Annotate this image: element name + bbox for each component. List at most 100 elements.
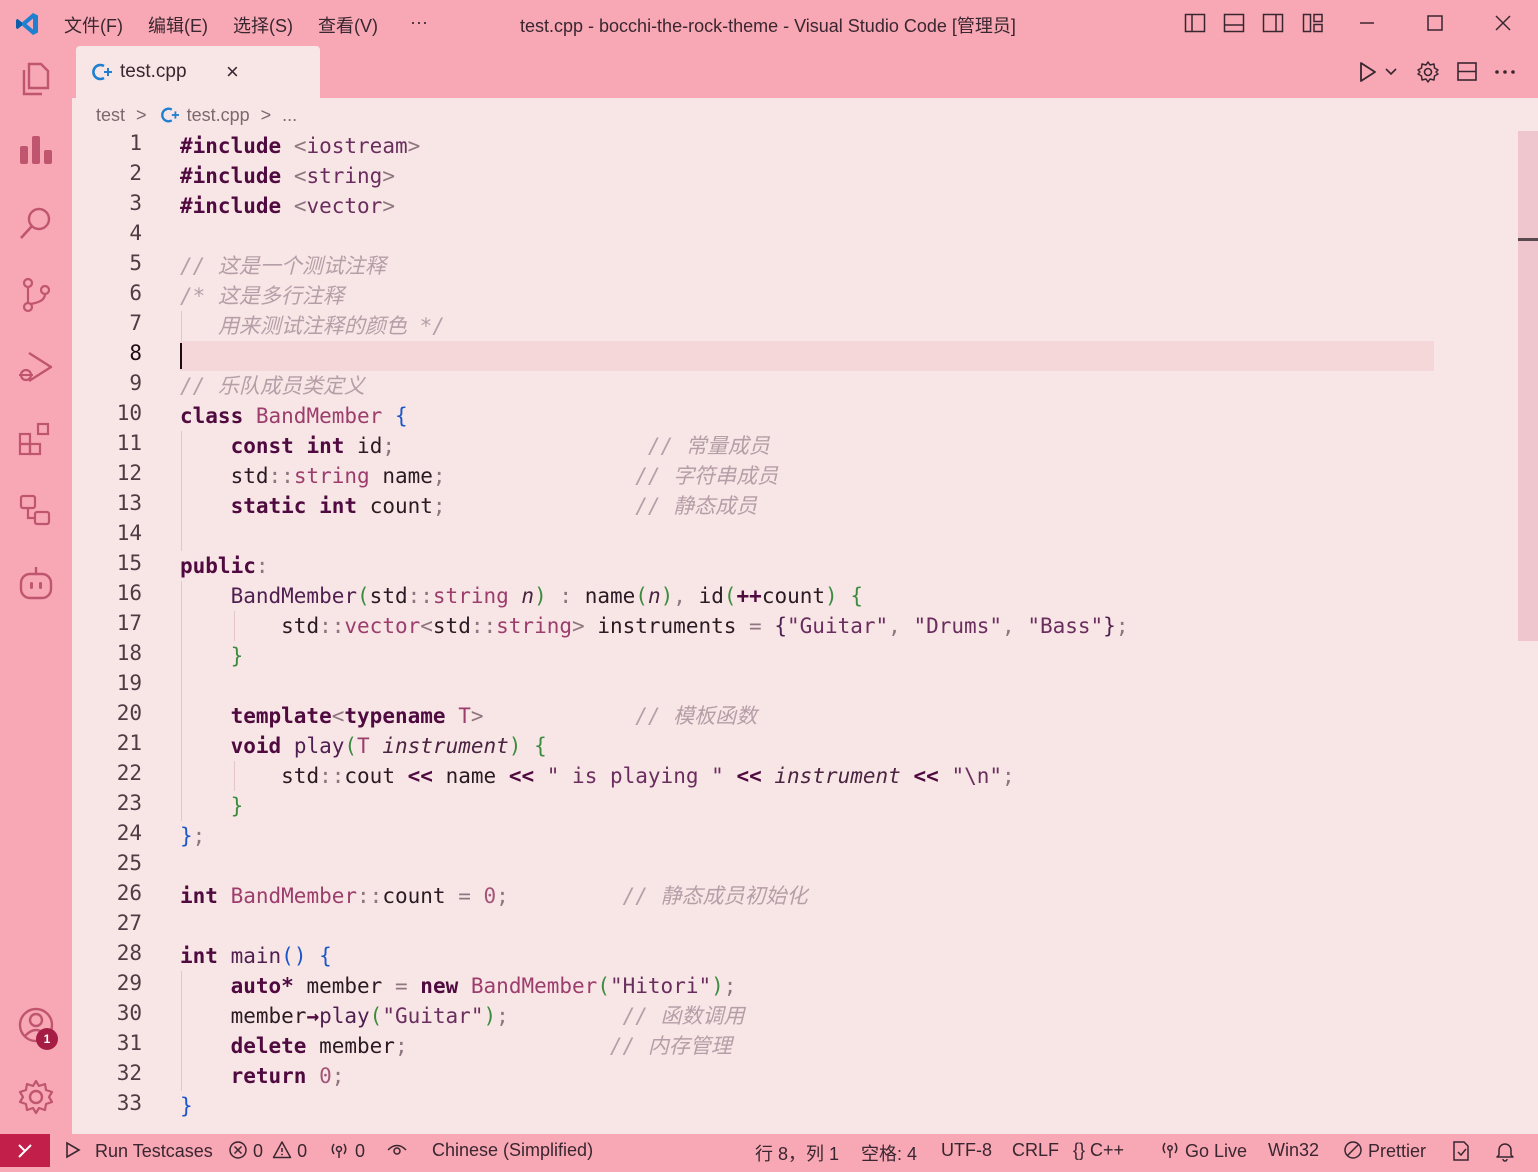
- run-dropdown-icon[interactable]: [1384, 60, 1398, 84]
- menu-selection[interactable]: 选择(S): [233, 12, 293, 38]
- vscode-logo-icon[interactable]: [14, 11, 40, 37]
- code-line: }: [230, 644, 244, 668]
- menu-more[interactable]: ···: [410, 12, 428, 33]
- live-share-indicator[interactable]: [386, 1140, 408, 1162]
- notifications-bell-icon[interactable]: [1494, 1140, 1516, 1162]
- code-line: int BandMember::count = 0; // 静态成员初始化: [180, 884, 808, 908]
- extensions-icon[interactable]: [17, 420, 55, 458]
- breadcrumb-folder[interactable]: test: [96, 105, 125, 126]
- encoding[interactable]: UTF-8: [941, 1140, 992, 1161]
- line-number: 26: [116, 881, 142, 905]
- remote-indicator[interactable]: [0, 1134, 50, 1167]
- scrollbar-cursor-marker: [1518, 238, 1538, 241]
- menu-view[interactable]: 查看(V): [318, 12, 378, 38]
- broadcast-icon: [1162, 1142, 1178, 1158]
- prettier[interactable]: Prettier: [1343, 1140, 1426, 1162]
- toggle-secondary-sidebar-icon[interactable]: [1262, 12, 1284, 34]
- code-line: std::vector<std::string> instruments = {…: [281, 614, 1129, 638]
- ports-indicator[interactable]: 0: [328, 1140, 365, 1162]
- tab-test-cpp[interactable]: test.cpp ×: [76, 46, 320, 98]
- charts-icon[interactable]: [17, 132, 55, 170]
- line-number: 28: [116, 941, 142, 965]
- indentation[interactable]: 空格: 4: [861, 1140, 917, 1166]
- manage-gear-icon[interactable]: [17, 1078, 55, 1116]
- language-mode[interactable]: {} C++: [1073, 1140, 1124, 1161]
- line-number: 14: [116, 521, 142, 545]
- prettier-icon: [1344, 1141, 1362, 1159]
- cursor-position[interactable]: 行 8，列 1: [755, 1140, 839, 1166]
- remote-explorer-icon[interactable]: [17, 492, 55, 530]
- code-line: }: [230, 794, 244, 818]
- code-line: 用来测试注释的颜色 */: [217, 314, 445, 338]
- code-line: };: [180, 824, 206, 848]
- breadcrumb-file[interactable]: test.cpp: [187, 105, 250, 126]
- end-of-line[interactable]: CRLF: [1012, 1140, 1059, 1161]
- line-number: 4: [129, 221, 142, 245]
- run-debug-icon[interactable]: [17, 348, 55, 386]
- vertical-scrollbar[interactable]: [1518, 131, 1538, 1134]
- code-line: BandMember(std::string n) : name(n), id(…: [230, 584, 863, 608]
- title-bar: 文件(F) 编辑(E) 选择(S) 查看(V) ··· test.cpp - b…: [0, 0, 1538, 46]
- code-line: public:: [180, 554, 269, 578]
- problems-indicator[interactable]: 0 0: [228, 1140, 307, 1162]
- platform[interactable]: Win32: [1268, 1140, 1319, 1161]
- scrollbar-thumb[interactable]: [1518, 131, 1538, 641]
- copilot-icon[interactable]: [17, 564, 55, 602]
- go-live[interactable]: Go Live: [1160, 1140, 1247, 1162]
- minimize-icon[interactable]: [1356, 12, 1378, 34]
- code-line: return 0;: [230, 1064, 345, 1088]
- breadcrumb-separator: >: [136, 104, 147, 125]
- line-number: 13: [116, 491, 142, 515]
- code-line: }: [180, 1094, 193, 1118]
- play-icon: [66, 1141, 81, 1159]
- accounts-badge: 1: [36, 1028, 58, 1050]
- remote-icon: [18, 1144, 32, 1158]
- close-icon[interactable]: [1492, 12, 1514, 34]
- warning-icon: [272, 1141, 292, 1159]
- source-control-icon[interactable]: [17, 276, 55, 314]
- line-number: 33: [116, 1091, 142, 1115]
- customize-layout-icon[interactable]: [1302, 12, 1324, 34]
- settings-icon[interactable]: [1416, 60, 1440, 84]
- search-icon[interactable]: [17, 204, 55, 242]
- tab-label: test.cpp: [120, 61, 187, 82]
- run-testcases[interactable]: Run Testcases: [64, 1140, 213, 1162]
- window-title: test.cpp - bocchi-the-rock-theme - Visua…: [520, 16, 1016, 36]
- code-line: std::cout << name << " is playing " << i…: [281, 764, 1015, 788]
- cpp-file-icon: [92, 63, 112, 81]
- code-line: delete member; // 内存管理: [230, 1034, 732, 1058]
- language-pack[interactable]: Chinese (Simplified): [432, 1140, 593, 1161]
- code-line: static int count; // 静态成员: [230, 494, 758, 518]
- tab-close-button[interactable]: ×: [226, 59, 239, 85]
- code-line: #include <iostream>: [180, 134, 421, 158]
- code-editor[interactable]: test > test.cpp > ... 1 2 3 4 5 6 7 8 9 10 11 12 13 1…: [72, 98, 1538, 1134]
- breadcrumb-symbols[interactable]: ...: [282, 105, 297, 126]
- menu-file[interactable]: 文件(F): [64, 12, 123, 38]
- menu-edit[interactable]: 编辑(E): [148, 12, 208, 38]
- run-icon[interactable]: [1358, 60, 1378, 84]
- cpp-file-icon: [160, 107, 179, 123]
- split-editor-icon[interactable]: [1456, 60, 1478, 84]
- current-line-highlight: [180, 341, 1434, 371]
- line-number: 32: [116, 1061, 142, 1085]
- more-actions-icon[interactable]: [1494, 60, 1516, 84]
- line-number: 15: [116, 551, 142, 575]
- toggle-primary-sidebar-icon[interactable]: [1184, 12, 1206, 34]
- line-number: 16: [116, 581, 142, 605]
- explorer-icon[interactable]: [17, 60, 55, 98]
- toggle-panel-icon[interactable]: [1223, 12, 1245, 34]
- line-number: 8: [129, 341, 142, 365]
- line-number: 12: [116, 461, 142, 485]
- code-line: member→play("Guitar"); // 函数调用: [230, 1004, 745, 1028]
- feedback-icon[interactable]: [1450, 1140, 1472, 1162]
- line-number: 1: [129, 131, 142, 155]
- maximize-icon[interactable]: [1424, 12, 1446, 34]
- code-line: class BandMember {: [180, 404, 408, 428]
- line-number: 31: [116, 1031, 142, 1055]
- line-number: 22: [116, 761, 142, 785]
- code-line: std::string name; // 字符串成员: [230, 464, 779, 488]
- code-line: #include <vector>: [180, 194, 395, 218]
- line-number: 6: [129, 281, 142, 305]
- line-number: 19: [116, 671, 142, 695]
- line-number: 25: [116, 851, 142, 875]
